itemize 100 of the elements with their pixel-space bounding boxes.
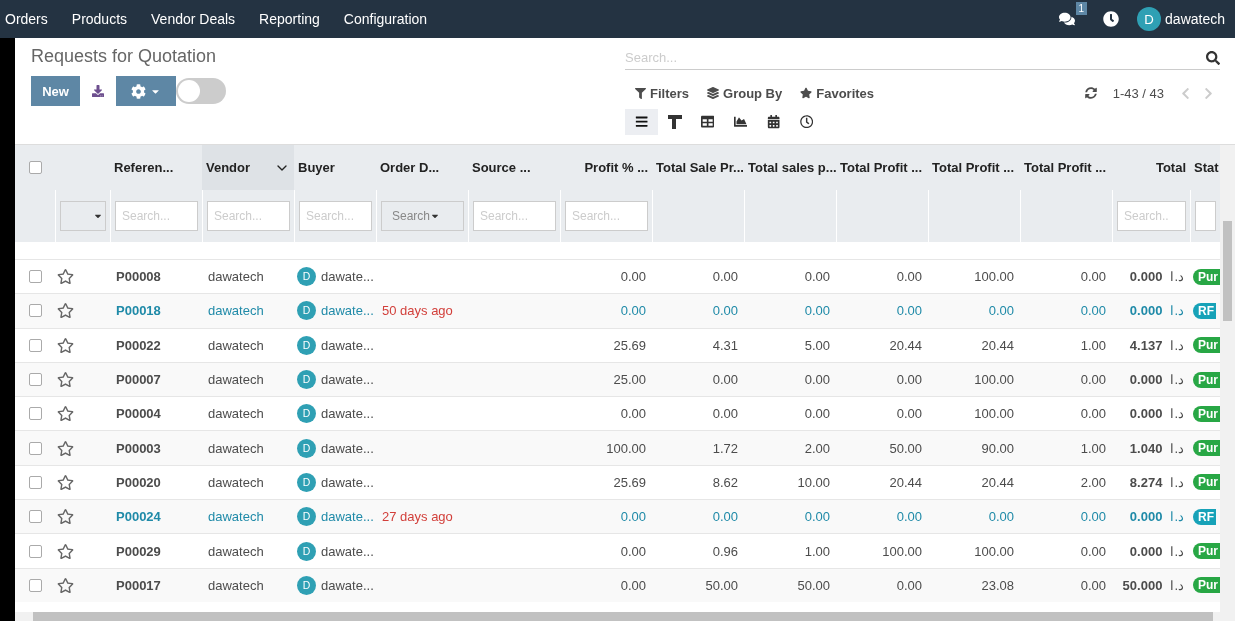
checkbox[interactable]: [28, 578, 42, 592]
checkbox[interactable]: [28, 510, 42, 524]
column-header[interactable]: Referen...: [110, 145, 202, 190]
search-option-button[interactable]: Filters: [625, 85, 698, 101]
column-header[interactable]: Total: [1112, 145, 1190, 190]
checkbox[interactable]: [28, 270, 42, 284]
table-cell-text: dawatech: [207, 336, 265, 355]
status-badge: RF: [1193, 508, 1216, 525]
search-icon[interactable]: [1206, 50, 1220, 65]
column-header[interactable]: Total Profit ...: [928, 145, 1020, 190]
toggle-switch[interactable]: [176, 78, 226, 104]
table-cell-text: 23.08: [980, 576, 1015, 595]
star-outline-icon[interactable]: [57, 439, 74, 457]
settings-button[interactable]: [116, 76, 176, 106]
star-outline-icon[interactable]: [57, 268, 74, 286]
star-outline-icon[interactable]: [57, 508, 74, 526]
star-outline-icon[interactable]: [57, 302, 74, 320]
table-cell-text: P00024: [115, 508, 162, 527]
menu-item[interactable]: Products: [59, 11, 140, 27]
total-amount: 0.000: [1129, 543, 1163, 559]
table-cell-text: 0.00: [711, 405, 739, 424]
filter-field[interactable]: [1195, 201, 1216, 231]
status-badge: Pur: [1193, 405, 1220, 422]
star-outline-icon[interactable]: [57, 576, 74, 594]
gear-icon: [131, 83, 146, 99]
refresh-icon[interactable]: [1084, 87, 1097, 99]
column-header[interactable]: Total Profit ...: [836, 145, 928, 190]
column-header[interactable]: Stat: [1190, 145, 1220, 190]
currency: د.ا: [1170, 372, 1184, 388]
buyer-name: dawate...: [321, 543, 374, 559]
checkbox[interactable]: [28, 338, 42, 352]
total-amount: 1.040: [1129, 440, 1163, 456]
column-header[interactable]: Total Profit ...: [1020, 145, 1112, 190]
checkbox[interactable]: [28, 304, 42, 318]
horizontal-scrollbar[interactable]: [15, 612, 1235, 621]
table-cell-text: 20.44: [980, 473, 1015, 492]
table-cell-text: 0.00: [803, 371, 831, 390]
checkbox[interactable]: [28, 544, 42, 558]
search-option-button[interactable]: Group By: [698, 85, 792, 101]
table-cell-text: 0.00: [1079, 542, 1107, 561]
column-header[interactable]: Total sales p...: [744, 145, 836, 190]
new-button[interactable]: New: [31, 76, 80, 106]
table-cell-text: 1.00: [1079, 439, 1107, 458]
table-cell-text: 8.62: [711, 473, 739, 492]
buyer-avatar: D: [297, 541, 316, 561]
table-cell-text: 0.00: [711, 268, 739, 287]
menu-item[interactable]: Vendor Deals: [139, 11, 248, 27]
menu-item[interactable]: Reporting: [247, 11, 332, 27]
table-cell-text: 0.00: [619, 508, 647, 527]
column-header[interactable]: Total Sale Pr...: [652, 145, 744, 190]
vertical-scrollbar[interactable]: [1220, 145, 1235, 612]
checkbox[interactable]: [28, 161, 42, 174]
star-outline-icon[interactable]: [57, 405, 74, 423]
table-cell-text: 20.44: [888, 473, 923, 492]
message-count: 1: [1075, 2, 1088, 15]
table-cell-text: 100.00: [973, 371, 1015, 390]
kanban-view-icon: [667, 115, 682, 129]
view-button[interactable]: [625, 109, 658, 135]
clock-view-icon: [799, 115, 814, 129]
table-cell-text: dawatech: [207, 473, 265, 492]
table-cell-text: P00007: [115, 371, 162, 390]
currency: د.ا: [1170, 577, 1184, 593]
status-badge: Pur: [1193, 543, 1220, 559]
checkbox[interactable]: [28, 407, 42, 421]
buyer-name: dawate...: [321, 372, 374, 388]
status-badge: Pur: [1193, 474, 1220, 491]
table-cell-text: 25.69: [612, 473, 647, 492]
messages-icon[interactable]: [1059, 11, 1076, 27]
table-cell-text: 0.00: [1079, 302, 1107, 321]
column-header[interactable]: Buyer: [294, 145, 376, 190]
checkbox[interactable]: [28, 475, 42, 489]
checkbox[interactable]: [28, 441, 42, 455]
search-option-button[interactable]: Favorites: [791, 85, 884, 101]
chevron-right-icon: [1202, 86, 1215, 100]
buyer-avatar: D: [297, 335, 316, 355]
menu-item[interactable]: Configuration: [331, 11, 440, 27]
star-outline-icon[interactable]: [57, 542, 74, 560]
clock-icon[interactable]: [1103, 11, 1120, 27]
column-header[interactable]: Source ...: [468, 145, 560, 190]
table-cell-text: dawatech: [207, 371, 265, 390]
user-name[interactable]: dawatech: [1165, 11, 1225, 27]
currency: د.ا: [1170, 474, 1184, 490]
status-badge: Pur: [1193, 440, 1220, 457]
table-cell-text: 0.00: [1079, 371, 1107, 390]
checkbox[interactable]: [28, 373, 42, 387]
total-amount: 0.000: [1129, 303, 1163, 319]
column-header[interactable]: Order D...: [376, 145, 468, 190]
table-cell-text: 0.00: [1079, 405, 1107, 424]
currency: د.ا: [1170, 440, 1184, 456]
table-cell-text: 100.00: [605, 439, 647, 458]
total-amount: 0.000: [1129, 509, 1163, 525]
table-cell-text: 0.00: [711, 302, 739, 321]
currency: د.ا: [1170, 269, 1184, 285]
star-outline-icon[interactable]: [57, 371, 74, 389]
star-outline-icon[interactable]: [57, 473, 74, 491]
star-outline-icon[interactable]: [57, 336, 74, 354]
menu-item[interactable]: Orders: [0, 11, 60, 27]
column-header[interactable]: Vendor: [202, 145, 294, 190]
star-icon: [800, 87, 813, 99]
column-header[interactable]: Profit % ...: [560, 145, 652, 190]
